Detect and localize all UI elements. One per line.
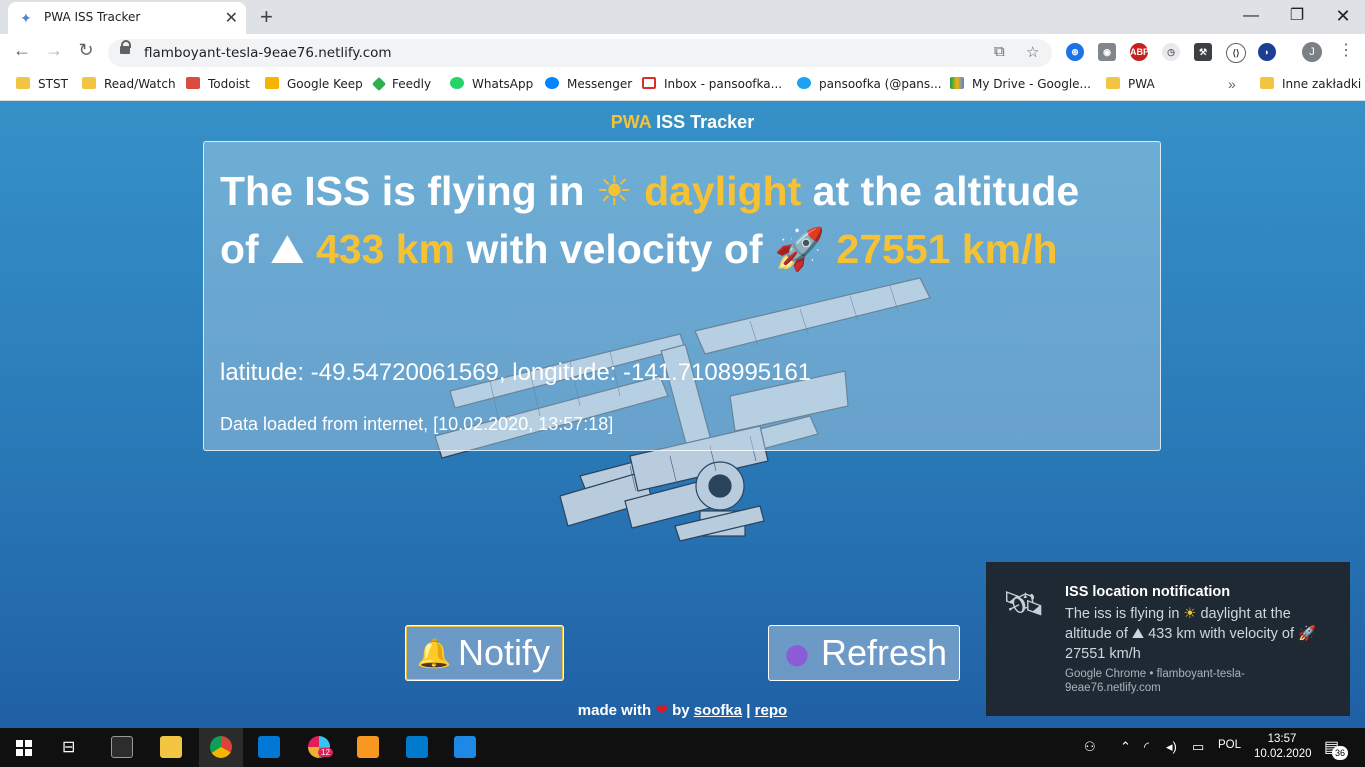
- lock-icon: [120, 40, 131, 54]
- notification-source: Google Chrome • flamboyant-tesla-9eae76.…: [1065, 668, 1245, 694]
- bookmark-star-icon[interactable]: ☆: [1026, 43, 1039, 61]
- bookmark-item[interactable]: Inne zakładki: [1260, 77, 1361, 91]
- coordinates-text: latitude: -49.54720061569, longitude: -1…: [220, 359, 812, 386]
- iss-headline: The ISS is flying in ☀ daylight at the a…: [220, 167, 1080, 273]
- whatsapp-icon: [450, 77, 464, 89]
- file-explorer-icon[interactable]: [160, 736, 182, 758]
- extension-camera-icon[interactable]: ◉: [1098, 43, 1116, 61]
- bookmark-item[interactable]: Inbox - pansoofka...: [642, 77, 782, 91]
- folder-icon: [1106, 77, 1120, 89]
- tab-strip: ✦ PWA ISS Tracker ✕ + — ❐ ✕: [0, 0, 1365, 34]
- bookmark-item[interactable]: pansoofka (@pans...: [797, 77, 942, 91]
- language-indicator[interactable]: POL: [1218, 739, 1241, 751]
- bookmark-item[interactable]: STST: [16, 77, 68, 91]
- volume-icon[interactable]: ◂): [1166, 739, 1177, 755]
- notification-count-badge: 36: [1332, 746, 1348, 760]
- mountain-icon: ⛰: [1131, 626, 1145, 642]
- new-tab-icon[interactable]: +: [260, 4, 273, 30]
- close-tab-icon[interactable]: ✕: [225, 8, 238, 28]
- browser-menu-icon[interactable]: ⋮: [1338, 40, 1354, 60]
- data-loaded-status: Data loaded from internet, [10.02.2020, …: [220, 414, 614, 434]
- desktop-notification[interactable]: 🛰 ISS location notification The iss is f…: [986, 562, 1350, 716]
- sublime-text-icon[interactable]: [357, 736, 379, 758]
- windows-start-icon[interactable]: [16, 740, 32, 756]
- vscode-icon[interactable]: [406, 736, 428, 758]
- satellite-icon: 🛰: [1002, 584, 1046, 624]
- more-bookmarks-icon[interactable]: »: [1228, 76, 1236, 92]
- folder-icon: [1260, 77, 1274, 89]
- page-title: PWA ISS Tracker: [610, 112, 755, 132]
- heart-icon: ❤: [655, 701, 668, 719]
- repo-link[interactable]: repo: [755, 702, 788, 719]
- mountain-icon: ⛰: [270, 225, 305, 273]
- url-text[interactable]: flamboyant-tesla-9eae76.netlify.com: [144, 45, 392, 61]
- bookmark-item[interactable]: WhatsApp: [450, 77, 533, 91]
- slack-badge: 12: [318, 748, 333, 757]
- task-view-icon[interactable]: ⊟: [62, 737, 75, 757]
- crystal-ball-icon: ●: [784, 637, 810, 670]
- todoist-icon: [186, 77, 200, 89]
- tab-title: PWA ISS Tracker: [44, 10, 141, 24]
- notification-body: The iss is flying in ☀ daylight at the a…: [1065, 606, 1317, 662]
- notification-title: ISS location notification: [1065, 584, 1231, 600]
- browser-toolbar: ← → ↻ flamboyant-tesla-9eae76.netlify.co…: [0, 34, 1365, 70]
- folder-icon: [16, 77, 30, 89]
- altitude-value: 433 km: [315, 226, 456, 272]
- bookmark-item[interactable]: PWA: [1106, 77, 1155, 91]
- sun-icon: ☀: [595, 167, 633, 215]
- bookmark-item[interactable]: Todoist: [186, 77, 250, 91]
- author-link[interactable]: soofka: [694, 702, 742, 719]
- reload-icon[interactable]: ↻: [74, 40, 98, 61]
- bookmark-item[interactable]: Google Keep: [265, 77, 363, 91]
- bookmark-item[interactable]: My Drive - Google...: [950, 77, 1091, 91]
- windows-taskbar: ⊟ 12 ⚇ ⌃ ◜ ◂) ▭ POL 13:57 10.02.2020 ▤ 36: [0, 728, 1365, 767]
- app-icon[interactable]: [454, 736, 476, 758]
- folder-icon: [82, 77, 96, 89]
- velocity-value: 27551 km/h: [836, 226, 1058, 272]
- adblock-plus-icon[interactable]: ABP: [1130, 43, 1149, 61]
- address-bar[interactable]: flamboyant-tesla-9eae76.netlify.com ⧉ ☆: [108, 39, 1052, 67]
- profile-avatar[interactable]: J: [1302, 42, 1322, 62]
- lighting-value: daylight: [644, 168, 802, 214]
- open-external-icon[interactable]: ⧉: [994, 43, 1005, 60]
- extension-translate-icon[interactable]: ⊕: [1066, 43, 1084, 61]
- refresh-button[interactable]: ● Refresh: [768, 625, 960, 681]
- google-keep-icon: [265, 77, 279, 89]
- minimize-icon[interactable]: —: [1228, 2, 1274, 30]
- notify-button[interactable]: 🔔 Notify: [405, 625, 564, 681]
- bookmark-item[interactable]: Messenger: [545, 77, 632, 91]
- rocket-icon: 🚀: [773, 225, 826, 273]
- chrome-icon[interactable]: [210, 736, 232, 758]
- close-window-icon[interactable]: ✕: [1320, 2, 1365, 30]
- sun-icon: ☀: [1183, 606, 1197, 622]
- bookmark-item[interactable]: Read/Watch: [82, 77, 176, 91]
- outlook-icon[interactable]: [258, 736, 280, 758]
- wifi-icon[interactable]: ◜: [1144, 739, 1149, 755]
- satellite-favicon-icon: ✦: [20, 10, 32, 26]
- messenger-icon: [545, 77, 559, 89]
- extension-tools-icon[interactable]: ⚒: [1194, 43, 1212, 61]
- iss-status-card: The ISS is flying in ☀ daylight at the a…: [203, 141, 1161, 451]
- bookmarks-bar: STST Read/Watch Todoist Google Keep Feed…: [0, 70, 1365, 101]
- extension-hat-icon[interactable]: ◗: [1258, 43, 1276, 61]
- extension-timer-icon[interactable]: ◷: [1162, 43, 1180, 61]
- back-icon[interactable]: ←: [10, 40, 34, 61]
- browser-tab[interactable]: ✦ PWA ISS Tracker ✕: [8, 2, 246, 34]
- google-drive-icon: [950, 77, 964, 89]
- gmail-icon: [642, 77, 656, 89]
- maximize-icon[interactable]: ❐: [1274, 2, 1320, 30]
- forward-icon[interactable]: →: [42, 40, 66, 61]
- twitter-icon: [797, 77, 811, 89]
- bookmark-item[interactable]: Feedly: [371, 76, 431, 92]
- battery-icon[interactable]: ▭: [1192, 739, 1204, 755]
- terminal-icon[interactable]: [111, 736, 133, 758]
- rocket-icon: 🚀: [1298, 626, 1317, 642]
- extension-code-icon[interactable]: ⟨⟩: [1226, 43, 1246, 63]
- feedly-icon: [371, 76, 387, 92]
- show-hidden-icons-icon[interactable]: ⌃: [1120, 739, 1131, 755]
- people-icon[interactable]: ⚇: [1084, 739, 1096, 755]
- system-clock[interactable]: 13:57 10.02.2020: [1254, 732, 1312, 762]
- bell-icon: 🔔: [416, 637, 452, 670]
